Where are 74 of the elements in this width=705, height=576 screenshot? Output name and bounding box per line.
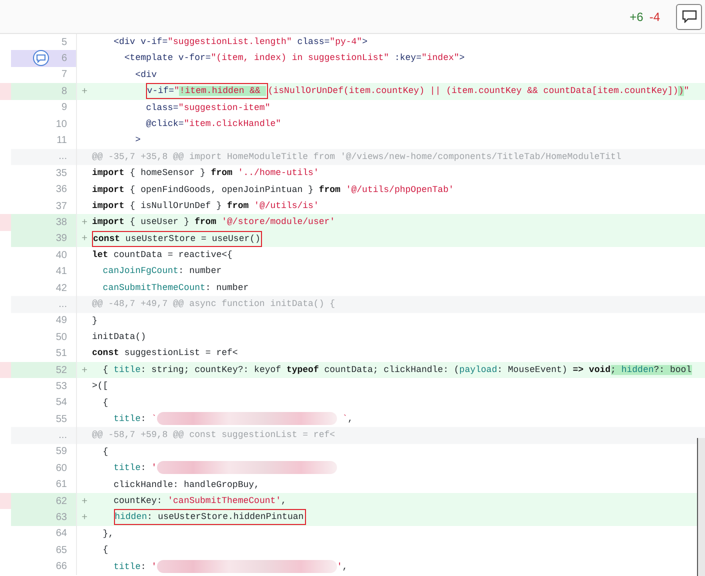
line-number: 35 (56, 166, 67, 181)
diff-sign: + (82, 494, 88, 509)
line-number: 42 (56, 282, 67, 296)
code-line: { title: string; countKey?: keyof typeof countData; clickHandle: (payload: MouseEvent) => void; hidden?: bool (102, 364, 692, 377)
code-line: @click="item.clickHandle" (145, 118, 282, 131)
diff-sign: + (82, 364, 88, 378)
hunk-header: @@ -48,7 +49,7 @@ async function initData() { (92, 298, 336, 312)
line-number: 39 (56, 232, 67, 246)
line-number: 51 (56, 347, 67, 362)
line-number: 64 (56, 527, 67, 542)
code-line: const suggestionList = ref< (92, 347, 238, 360)
diff-sign: + (82, 84, 88, 99)
code-line: }, (102, 528, 114, 541)
code-line: import { homeSensor } from '../home-utils' (92, 167, 319, 180)
code-line: import { openFindGoods, openJoinPintuan } from '@/utils/phpOpenTab' (92, 184, 454, 197)
line-number: 65 (56, 544, 67, 558)
line-number: 37 (56, 200, 67, 214)
line-number: 11 (56, 134, 67, 148)
line-number: 5 (61, 36, 67, 50)
diff-sign: + (82, 511, 88, 526)
comment-icon[interactable] (33, 50, 49, 66)
code-line: clickHandle: handleGropBuy, (112, 478, 260, 492)
code-line: title: ' ', (112, 558, 348, 575)
line-number: 50 (56, 330, 67, 345)
line-number: ... (58, 298, 67, 312)
deletions-count: -4 (649, 8, 660, 26)
line-number: ... (58, 429, 67, 444)
code-line: import { useUser } from '@/store/module/user' (92, 216, 336, 230)
hunk-header: @@ -58,7 +59,8 @@ const suggestionList = ref< (92, 429, 336, 442)
code-line: <div v-if="suggestionList.length" class="py-4"> (112, 36, 368, 49)
line-number: 60 (56, 462, 67, 476)
line-number: 10 (56, 118, 67, 132)
line-number: 66 (56, 560, 67, 574)
line-number: ... (58, 150, 67, 164)
code-line: let countData = reactive<{ (92, 249, 232, 262)
code-line: v-if="!item.hidden && (isNullOrUnDef(item.countKey) || (item.countKey && countData[item.countKey]))" (92, 83, 690, 100)
code-line: <div (134, 68, 157, 82)
code-line: canSubmitThemeCount: number (102, 282, 249, 295)
line-number: 59 (56, 445, 67, 460)
line-number: 36 (56, 183, 67, 198)
code-line: <template v-for="(item, index) in suggestionList" :key="index"> (123, 52, 465, 66)
comment-icon (682, 10, 696, 23)
code-line: >([ (92, 380, 108, 394)
code-line: } (92, 314, 98, 328)
line-number: 52 (56, 364, 67, 378)
line-number: 55 (56, 412, 67, 427)
code-line: countKey: 'canSubmitThemeCount', (112, 494, 286, 508)
line-number: 63 (56, 511, 67, 526)
diff-sign: + (82, 232, 88, 246)
code-line: initData() (92, 331, 146, 344)
line-number: 38 (56, 216, 67, 230)
line-number: 62 (56, 494, 67, 509)
additions-count: +6 (630, 8, 644, 26)
code-line: > (134, 134, 141, 148)
line-number: 6 (61, 52, 67, 66)
line-number: 7 (61, 68, 67, 82)
code-line: canJoinFgCount: number (102, 265, 222, 278)
code-line: class="suggestion-item" (145, 102, 270, 115)
line-number: 40 (56, 248, 67, 263)
code-line: { (102, 544, 108, 558)
code-line: title: ` `, (112, 411, 354, 428)
line-number: 61 (56, 478, 67, 492)
line-number: 49 (56, 314, 67, 328)
code-line: { (102, 396, 108, 410)
line-number: 54 (56, 396, 67, 410)
comment-button[interactable] (676, 4, 702, 30)
code-line: { (102, 446, 108, 459)
hunk-header: @@ -35,7 +35,8 @@ import HomeModuleTitle from '@/views/new-home/components/TitleTab/HomeModuleTitl (92, 150, 622, 164)
code-line: import { isNullOrUnDef } from '@/utils/is' (92, 200, 319, 213)
line-number: 9 (61, 101, 67, 116)
line-number: 8 (61, 84, 67, 99)
diff-sign: + (82, 216, 88, 230)
line-number: 53 (56, 380, 67, 394)
line-number: 41 (56, 265, 67, 280)
